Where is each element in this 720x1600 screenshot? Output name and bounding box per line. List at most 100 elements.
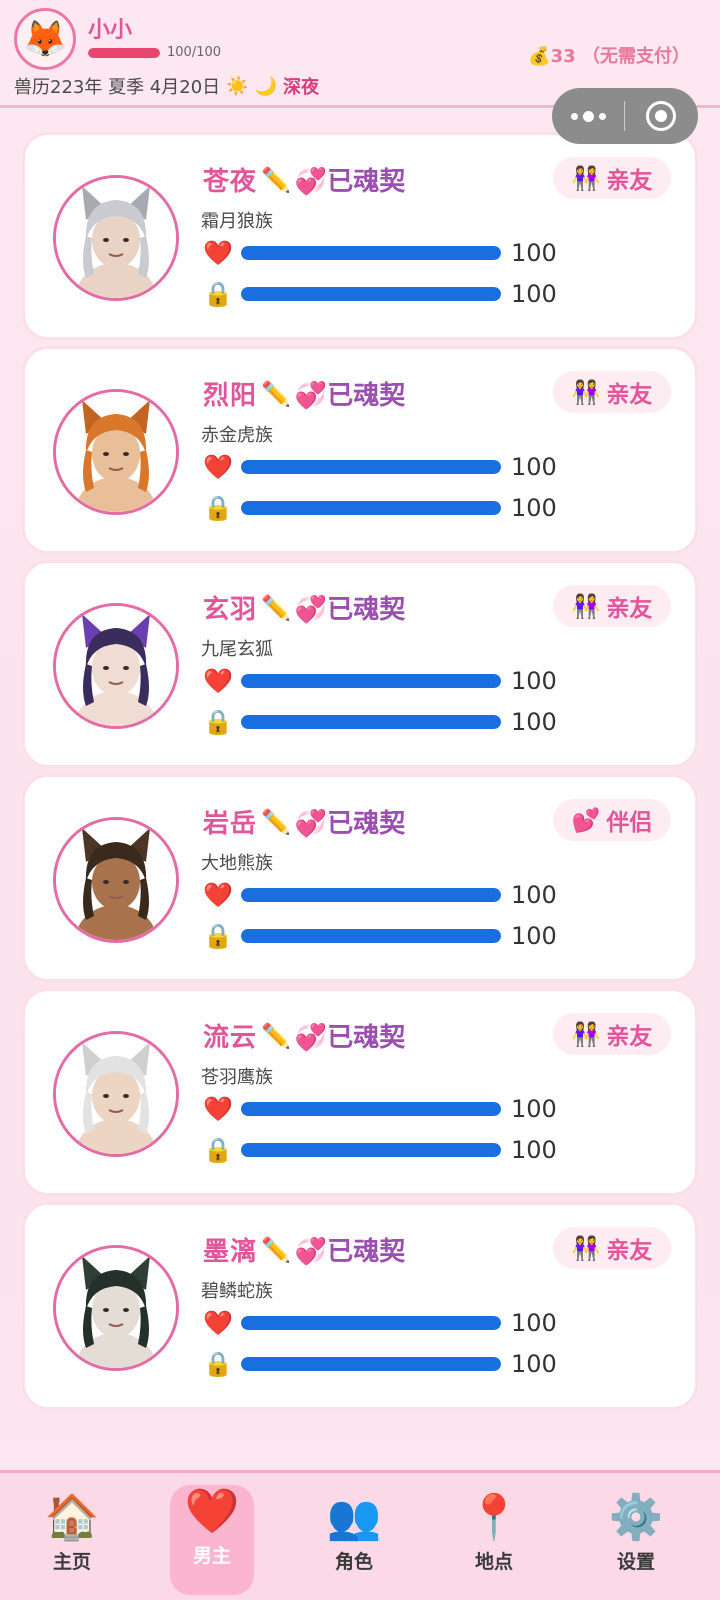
character-name: 苍夜 xyxy=(203,167,258,197)
character-card[interactable]: 墨漓 ✏️ 💞已魂契 👭 亲友 碧鳞蛇族 ❤️ 100 🔒 100 xyxy=(22,1202,698,1410)
relation-icon: 👭 xyxy=(571,379,601,406)
affection-stat: ❤️ 100 xyxy=(201,879,557,911)
lock-value: 100 xyxy=(511,280,557,308)
character-portrait-image xyxy=(56,1034,176,1154)
relation-badge[interactable]: 👭 亲友 xyxy=(553,157,671,199)
character-name: 流云 xyxy=(203,1023,258,1053)
affection-value: 100 xyxy=(511,239,557,267)
soul-bond-badge: 💞已魂契 xyxy=(295,161,405,198)
soul-bond-badge: 💞已魂契 xyxy=(295,1017,405,1054)
sun-icon: ☀️ xyxy=(226,75,249,97)
nav-item-home[interactable]: 🏠 主页 xyxy=(30,1491,114,1591)
relation-badge[interactable]: 👭 亲友 xyxy=(553,1013,671,1055)
relation-badge[interactable]: 💕 伴侣 xyxy=(553,799,671,841)
relation-label: 亲友 xyxy=(606,1238,653,1264)
nav-item-male-lead[interactable]: ❤️ 男主 xyxy=(170,1485,254,1595)
lock-bar xyxy=(241,929,501,943)
bottom-nav: 🏠 主页 ❤️ 男主 👥 角色 📍 地点 ⚙️ 设置 xyxy=(0,1470,720,1600)
hearts-icon: 💞 xyxy=(294,167,328,197)
character-tribe: 苍羽鹰族 xyxy=(201,1067,273,1088)
lock-bar xyxy=(241,715,501,729)
hearts-icon: 💞 xyxy=(294,1237,328,1267)
lock-icon: 🔒 xyxy=(203,922,233,950)
date-text: 兽历223年 夏季 4月20日 xyxy=(14,77,221,98)
soul-bond-badge: 💞已魂契 xyxy=(295,1231,405,1268)
name-row: 岩岳 ✏️ 💞已魂契 xyxy=(203,803,405,840)
user-avatar[interactable]: 🦊 xyxy=(14,8,76,70)
character-portrait[interactable] xyxy=(53,817,179,943)
nav-label: 男主 xyxy=(192,1545,231,1567)
hp-bar xyxy=(88,48,160,58)
pencil-icon[interactable]: ✏️ xyxy=(261,380,291,408)
nav-item-settings[interactable]: ⚙️ 设置 xyxy=(594,1491,678,1591)
affection-value: 100 xyxy=(511,667,557,695)
lock-bar xyxy=(241,1357,501,1371)
nav-label: 主页 xyxy=(52,1551,91,1573)
affection-stat: ❤️ 100 xyxy=(201,237,557,269)
character-tribe: 霜月狼族 xyxy=(201,211,273,232)
more-menu-button[interactable] xyxy=(552,110,624,122)
character-portrait[interactable] xyxy=(53,603,179,729)
character-name: 玄羽 xyxy=(203,595,258,625)
character-card[interactable]: 岩岳 ✏️ 💞已魂契 💕 伴侣 大地熊族 ❤️ 100 🔒 100 xyxy=(22,774,698,982)
affection-stat: ❤️ 100 xyxy=(201,1093,557,1125)
close-miniprogram-button[interactable] xyxy=(625,101,697,131)
character-tribe: 大地熊族 xyxy=(201,853,273,874)
lock-stat: 🔒 100 xyxy=(201,492,557,524)
character-card[interactable]: 流云 ✏️ 💞已魂契 👭 亲友 苍羽鹰族 ❤️ 100 🔒 100 xyxy=(22,988,698,1196)
affection-bar-fill xyxy=(241,888,501,902)
soul-bond-badge: 💞已魂契 xyxy=(295,375,405,412)
lock-value: 100 xyxy=(511,922,557,950)
affection-stat: ❤️ 100 xyxy=(201,1307,557,1339)
nav-label: 地点 xyxy=(474,1551,513,1573)
character-card[interactable]: 玄羽 ✏️ 💞已魂契 👭 亲友 九尾玄狐 ❤️ 100 🔒 100 xyxy=(22,560,698,768)
character-name: 岩岳 xyxy=(203,809,258,839)
character-portrait[interactable] xyxy=(53,389,179,515)
coin-balance[interactable]: 💰33 （无需支付） xyxy=(528,42,690,68)
heart-icon: ❤️ xyxy=(203,881,233,909)
fox-icon: 🦊 xyxy=(22,19,68,60)
pencil-icon[interactable]: ✏️ xyxy=(261,1022,291,1050)
nav-item-characters[interactable]: 👥 角色 xyxy=(312,1491,396,1591)
relation-badge[interactable]: 👭 亲友 xyxy=(553,585,671,627)
relation-badge[interactable]: 👭 亲友 xyxy=(553,371,671,413)
lock-stat: 🔒 100 xyxy=(201,920,557,952)
relation-badge[interactable]: 👭 亲友 xyxy=(553,1227,671,1269)
affection-stat: ❤️ 100 xyxy=(201,451,557,483)
lock-bar-fill xyxy=(241,1143,501,1157)
lock-bar-fill xyxy=(241,287,501,301)
hp-bar-fill xyxy=(88,48,160,58)
character-tribe: 碧鳞蛇族 xyxy=(201,1281,273,1302)
pencil-icon[interactable]: ✏️ xyxy=(261,594,291,622)
name-row: 玄羽 ✏️ 💞已魂契 xyxy=(203,589,405,626)
affection-bar-fill xyxy=(241,674,501,688)
lock-bar xyxy=(241,1143,501,1157)
coin-note: （无需支付） xyxy=(582,46,690,67)
lock-value: 100 xyxy=(511,494,557,522)
affection-value: 100 xyxy=(511,1095,557,1123)
affection-value: 100 xyxy=(511,1309,557,1337)
nav-item-locations[interactable]: 📍 地点 xyxy=(452,1491,536,1591)
gear-icon: ⚙️ xyxy=(608,1492,664,1543)
lock-icon: 🔒 xyxy=(203,1350,233,1378)
character-portrait[interactable] xyxy=(53,175,179,301)
relation-label: 亲友 xyxy=(606,596,653,622)
miniprogram-capsule xyxy=(552,88,698,144)
character-card[interactable]: 苍夜 ✏️ 💞已魂契 👭 亲友 霜月狼族 ❤️ 100 🔒 100 xyxy=(22,132,698,340)
affection-value: 100 xyxy=(511,453,557,481)
time-period: 深夜 xyxy=(283,77,319,98)
hearts-icon: 💞 xyxy=(294,381,328,411)
character-portrait-image xyxy=(56,392,176,512)
character-portrait[interactable] xyxy=(53,1031,179,1157)
more-dot-icon xyxy=(598,112,606,120)
heart-icon: ❤️ xyxy=(203,667,233,695)
character-portrait[interactable] xyxy=(53,1245,179,1371)
lock-icon: 🔒 xyxy=(203,1136,233,1164)
pencil-icon[interactable]: ✏️ xyxy=(261,808,291,836)
affection-bar-fill xyxy=(241,460,501,474)
hp-text: 100/100 xyxy=(167,45,222,60)
character-card[interactable]: 烈阳 ✏️ 💞已魂契 👭 亲友 赤金虎族 ❤️ 100 🔒 100 xyxy=(22,346,698,554)
nav-label: 设置 xyxy=(616,1551,655,1573)
pencil-icon[interactable]: ✏️ xyxy=(261,1236,291,1264)
pencil-icon[interactable]: ✏️ xyxy=(261,166,291,194)
